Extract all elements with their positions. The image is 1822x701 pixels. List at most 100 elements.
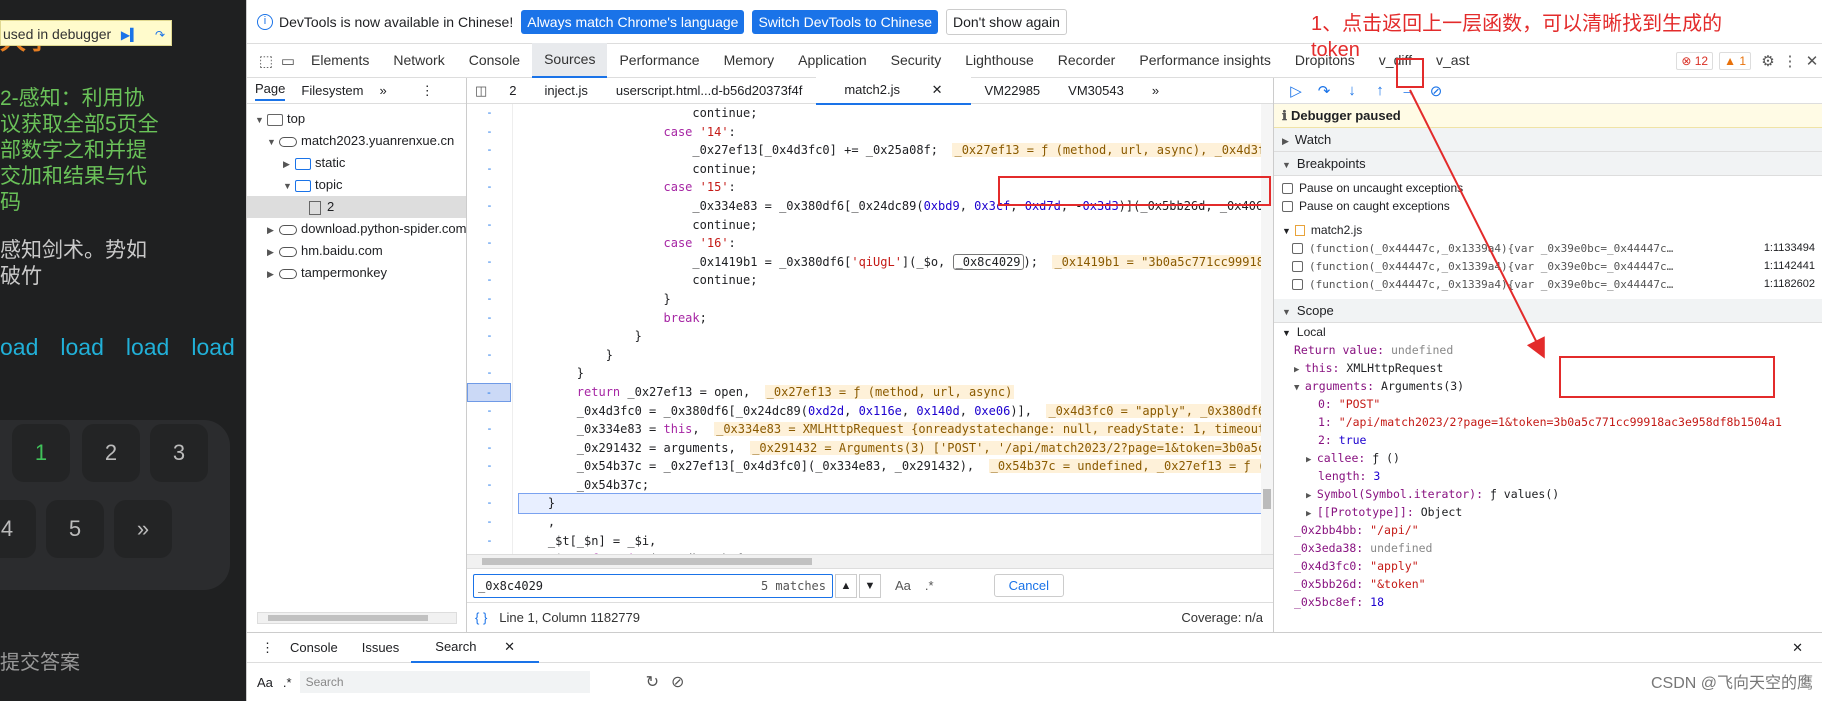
dont-show-again-button[interactable]: Don't show again — [945, 8, 1067, 35]
gutter-line[interactable]: - — [467, 364, 512, 383]
more-tabs-icon[interactable]: » — [380, 83, 387, 98]
scope-variable[interactable]: ▶ [[Prototype]]: Object — [1274, 503, 1822, 521]
clear-icon[interactable]: ⊘ — [671, 672, 684, 692]
gutter-line[interactable]: - — [467, 346, 512, 365]
submit-answer-label[interactable]: 提交答案 — [0, 646, 80, 675]
gutter-line[interactable]: - — [467, 178, 512, 197]
gutter-line[interactable]: - — [467, 290, 512, 309]
drawer-regex[interactable]: .* — [283, 675, 292, 690]
gutter-line[interactable]: - — [467, 457, 512, 476]
scope-section[interactable]: ▼ Scope — [1274, 299, 1822, 323]
tab-filesystem[interactable]: Filesystem — [301, 83, 363, 98]
tree-item-file-2[interactable]: 2 — [247, 196, 466, 218]
scope-variable[interactable]: _0x3eda38: undefined — [1274, 539, 1822, 557]
breakpoint-checkbox[interactable] — [1292, 261, 1303, 273]
tab-application[interactable]: Application — [786, 44, 879, 77]
navigator-menu-icon[interactable]: ⋮ — [421, 83, 434, 99]
step-out-icon[interactable]: ↑ — [1366, 82, 1394, 99]
expanded-arrow-icon[interactable]: ▼ — [1294, 383, 1305, 393]
breakpoint-row[interactable]: (function(_0x44447c,_0x1339a4){var _0x39… — [1274, 257, 1822, 275]
gutter-line[interactable]: - — [467, 494, 512, 513]
close-drawer-icon[interactable]: ✕ — [1780, 633, 1815, 662]
drawer-tab-issues[interactable]: Issues — [350, 633, 412, 662]
breakpoint-row[interactable]: (function(_0x44447c,_0x1339a4){var _0x39… — [1274, 275, 1822, 293]
settings-gear-icon[interactable]: ⚙ — [1757, 52, 1779, 70]
editor-tab-2[interactable]: 2 — [495, 78, 530, 104]
tab-performance-insights[interactable]: Performance insights — [1127, 44, 1283, 77]
scope-variable[interactable]: ▶ Symbol(Symbol.iterator): ƒ values() — [1274, 485, 1822, 503]
step-over-icon[interactable]: ↷ — [1310, 82, 1338, 100]
switch-to-chinese-button[interactable]: Switch DevTools to Chinese — [752, 9, 938, 34]
tree-item-python-spider[interactable]: ▶ download.python-spider.com — [247, 218, 466, 240]
navigator-scrollbar[interactable] — [257, 612, 457, 624]
gutter-line[interactable]: - — [467, 160, 512, 179]
pause-caught-checkbox[interactable]: Pause on caught exceptions — [1274, 197, 1822, 215]
refresh-icon[interactable]: ↻ — [646, 672, 659, 692]
drawer-tab-search[interactable]: Search ✕ — [411, 632, 540, 663]
device-toolbar-icon[interactable]: ▭ — [277, 52, 299, 70]
editor-tab-match2[interactable]: match2.js ✕ — [816, 76, 971, 105]
gutter-line[interactable]: - — [467, 309, 512, 328]
deactivate-breakpoints-icon[interactable]: ⊘ — [1422, 82, 1450, 100]
tree-item-topic[interactable]: ▼ topic — [247, 174, 466, 196]
step-into-icon[interactable]: ↓ — [1338, 82, 1366, 99]
resume-icon[interactable]: ▷ — [1282, 82, 1310, 100]
tab-lighthouse[interactable]: Lighthouse — [953, 44, 1046, 77]
close-search-tab-icon[interactable]: ✕ — [492, 639, 527, 654]
tab-security[interactable]: Security — [879, 44, 954, 77]
gutter-line[interactable]: - — [467, 402, 512, 421]
gutter-line[interactable]: - — [467, 234, 512, 253]
page-button-5[interactable]: 5 — [46, 500, 104, 558]
gutter-line[interactable]: - — [467, 253, 512, 272]
collapsed-arrow-icon[interactable]: ▶ — [1306, 455, 1317, 465]
collapsed-arrow-icon[interactable]: ▶ — [1306, 491, 1317, 501]
tree-item-domain[interactable]: ▼ match2023.yuanrenxue.cn — [247, 130, 466, 152]
more-editor-tabs-icon[interactable]: » — [1138, 78, 1173, 104]
scope-variable[interactable]: _0x5bc8ef: 18 — [1274, 593, 1822, 611]
scope-local[interactable]: ▼ Local — [1274, 323, 1822, 341]
gutter-line[interactable]: - — [467, 104, 512, 123]
tree-item-tampermonkey[interactable]: ▶ tampermonkey — [247, 262, 466, 284]
gutter-line[interactable]: - — [467, 271, 512, 290]
editor-vertical-scrollbar[interactable] — [1261, 104, 1273, 554]
scope-variable[interactable]: _0x4d3fc0: "apply" — [1274, 557, 1822, 575]
cancel-search-button[interactable]: Cancel — [993, 574, 1065, 597]
tab-page[interactable]: Page — [255, 81, 286, 101]
watch-section[interactable]: ▶ Watch — [1274, 128, 1822, 152]
editor-tab-inject[interactable]: inject.js — [531, 78, 602, 104]
drawer-tab-console[interactable]: Console — [278, 633, 350, 662]
gutter-line[interactable]: - — [467, 439, 512, 458]
line-gutter[interactable]: ----------------------------- — [467, 104, 513, 554]
gutter-line[interactable]: - — [467, 123, 512, 142]
breakpoint-checkbox[interactable] — [1292, 243, 1303, 255]
scope-variable[interactable]: ▶ callee: ƒ () — [1274, 449, 1822, 467]
gutter-line[interactable]: - — [467, 141, 512, 160]
pretty-print-icon[interactable]: { } — [475, 610, 487, 625]
inspect-element-icon[interactable]: ⬚ — [255, 52, 277, 70]
gutter-line[interactable]: - — [467, 513, 512, 532]
editor-tab-vm30543[interactable]: VM30543 — [1054, 78, 1138, 104]
page-button-2[interactable]: 2 — [82, 424, 140, 482]
drawer-search-input[interactable]: Search — [299, 671, 590, 693]
tab-sources[interactable]: Sources — [532, 43, 608, 78]
scope-variable[interactable]: 2: true — [1274, 431, 1822, 449]
warning-count-badge[interactable]: ▲ 1 — [1719, 52, 1751, 70]
find-input[interactable]: _0x8c4029 5 matches — [473, 573, 833, 598]
tab-performance[interactable]: Performance — [607, 44, 711, 77]
drawer-menu-icon[interactable]: ⋮ — [257, 633, 278, 662]
code-view[interactable]: ----------------------------- continue; … — [467, 104, 1273, 554]
tree-item-top[interactable]: ▼ top — [247, 108, 466, 130]
tree-item-static[interactable]: ▶ static — [247, 152, 466, 174]
step-over-icon[interactable]: ↷ — [149, 24, 171, 46]
always-match-language-button[interactable]: Always match Chrome's language — [521, 9, 745, 34]
collapsed-arrow-icon[interactable]: ▶ — [1294, 365, 1305, 375]
gutter-line[interactable]: - — [467, 216, 512, 235]
resume-icon[interactable]: ▶▍ — [119, 24, 141, 46]
breakpoint-file[interactable]: ▼ match2.js — [1274, 221, 1822, 239]
prev-match-icon[interactable]: ▲ — [835, 573, 857, 598]
drawer-match-case[interactable]: Aa — [257, 675, 273, 690]
editor-tab-vm22985[interactable]: VM22985 — [971, 78, 1055, 104]
close-devtools-icon[interactable]: ✕ — [1801, 52, 1822, 70]
more-options-icon[interactable]: ⋮ — [1779, 52, 1801, 70]
breakpoint-checkbox[interactable] — [1292, 279, 1303, 291]
